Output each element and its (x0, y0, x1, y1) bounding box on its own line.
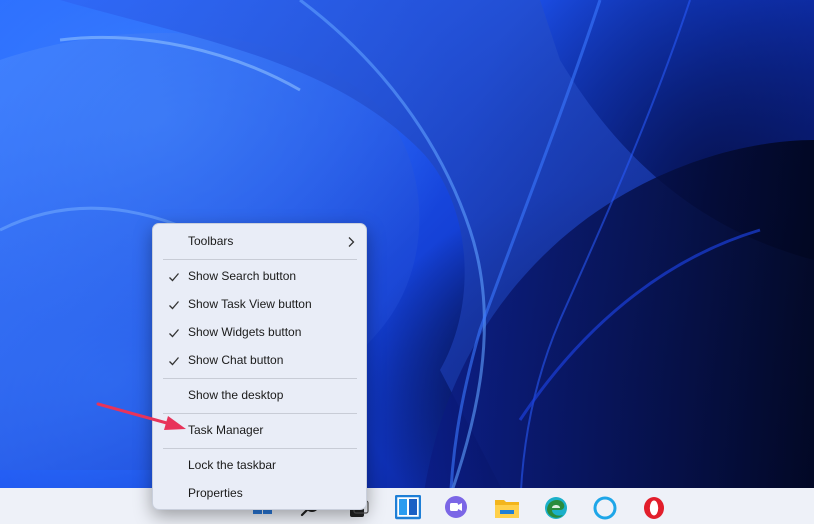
menu-item-properties[interactable]: Properties (157, 481, 362, 507)
checkmark-icon (169, 273, 179, 282)
menu-item-show-chat-button[interactable]: Show Chat button (157, 348, 362, 374)
menu-item-show-task-view-button[interactable]: Show Task View button (157, 292, 362, 318)
file-explorer-icon[interactable] (494, 495, 520, 521)
opera-icon[interactable] (641, 495, 667, 521)
menu-item-label: Show Task View button (188, 297, 312, 311)
menu-item-label: Show Chat button (188, 353, 284, 367)
edge-icon[interactable] (543, 495, 569, 521)
chat-icon[interactable] (443, 495, 469, 521)
taskbar (0, 488, 814, 524)
annotation-arrow-icon (96, 402, 186, 430)
menu-item-label: Toolbars (188, 234, 234, 248)
menu-item-lock-the-taskbar[interactable]: Lock the taskbar (157, 453, 362, 479)
checkmark-icon (169, 301, 179, 310)
menu-separator (163, 378, 357, 379)
checkmark-icon (169, 357, 179, 366)
menu-item-label: Lock the taskbar (188, 458, 277, 472)
menu-item-label: Show Search button (188, 269, 297, 283)
widgets-icon[interactable] (395, 495, 421, 521)
menu-item-toolbars[interactable]: Toolbars (157, 229, 362, 255)
menu-item-label: Properties (188, 486, 243, 500)
menu-separator (163, 448, 357, 449)
menu-item-label: Show Widgets button (188, 325, 302, 339)
menu-item-show-search-button[interactable]: Show Search button (157, 264, 362, 290)
wallpaper-swirl (0, 0, 814, 524)
desktop-wallpaper (0, 0, 814, 524)
menu-item-label: Task Manager (188, 423, 264, 437)
chevron-right-icon (348, 237, 355, 247)
menu-separator (163, 259, 357, 260)
taskbar-context-menu: Toolbars Show Search button Show Task Vi… (152, 223, 367, 510)
menu-item-show-widgets-button[interactable]: Show Widgets button (157, 320, 362, 346)
checkmark-icon (169, 329, 179, 338)
cortana-icon[interactable] (592, 495, 618, 521)
menu-item-label: Show the desktop (188, 388, 284, 402)
menu-separator (163, 413, 357, 414)
